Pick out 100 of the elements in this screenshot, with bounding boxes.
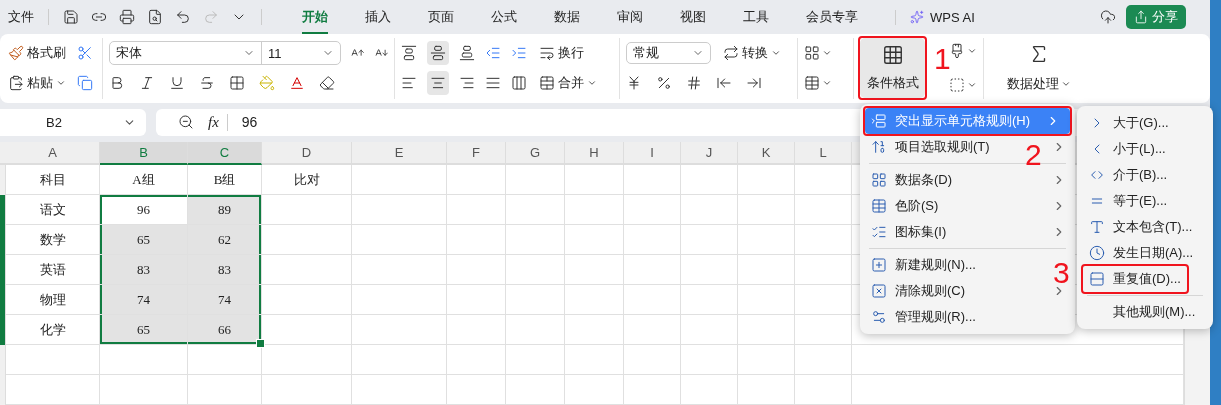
clock-icon xyxy=(1089,245,1105,261)
table-cell: 96 xyxy=(100,195,188,225)
square-plus-icon xyxy=(871,257,887,273)
menu-item[interactable]: 等于(E)... xyxy=(1083,188,1174,214)
cloud-upload-icon xyxy=(1100,9,1116,25)
menu-item[interactable]: 图标集(I) xyxy=(865,219,953,245)
menu-item[interactable]: 突出显示单元格规则(H) xyxy=(865,108,1070,134)
table-cell: 65 xyxy=(100,315,188,345)
copy-icon xyxy=(77,75,93,92)
callout-number: 1 xyxy=(934,44,951,75)
column-header[interactable]: G xyxy=(506,142,565,165)
brush-icon xyxy=(949,43,965,60)
table-icon xyxy=(871,198,887,214)
italic-icon xyxy=(139,75,155,92)
align-middle-button[interactable] xyxy=(427,41,449,66)
square-x-icon xyxy=(871,283,887,299)
ribbon-tab[interactable]: 公式 xyxy=(491,0,517,34)
sparkle-icon xyxy=(910,10,924,24)
table-rule-icon xyxy=(871,113,887,129)
ribbon-tab[interactable]: 审阅 xyxy=(617,0,643,34)
column-header[interactable]: B xyxy=(100,142,188,165)
share-button[interactable]: 分享 xyxy=(1126,5,1186,29)
column-header[interactable]: K xyxy=(738,142,795,165)
align-bottom-icon xyxy=(459,45,475,62)
grid-icon xyxy=(871,172,887,188)
column-header[interactable]: E xyxy=(352,142,447,165)
menu-item[interactable]: 数据条(D) xyxy=(865,167,959,193)
table-cell: 83 xyxy=(188,255,262,285)
column-header[interactable]: I xyxy=(624,142,681,165)
column-header[interactable]: F xyxy=(447,142,506,165)
table-cell: 语文 xyxy=(6,195,100,225)
format-painter-button[interactable]: 格式刷 xyxy=(6,42,68,65)
menu-item[interactable]: 发生日期(A)... xyxy=(1083,240,1200,266)
row-header[interactable] xyxy=(0,315,6,345)
table-cell: 83 xyxy=(100,255,188,285)
table-cell: A组 xyxy=(100,165,188,195)
table-cell: 英语 xyxy=(6,255,100,285)
paste-button[interactable]: 粘贴 xyxy=(6,72,68,95)
ai-button[interactable]: WPS AI xyxy=(895,9,975,25)
distribute-icon xyxy=(511,75,527,92)
ribbon-tab[interactable]: 工具 xyxy=(743,0,769,34)
cell-style-icon xyxy=(804,75,820,92)
data-processing-button[interactable]: 数据处理 xyxy=(1001,42,1077,95)
square-icon xyxy=(949,77,965,94)
scissors-icon xyxy=(77,45,93,62)
column-header[interactable]: H xyxy=(565,142,624,165)
font-color-icon xyxy=(289,75,305,92)
text-icon xyxy=(1089,219,1105,235)
underline-icon xyxy=(169,75,185,92)
number-format-select[interactable]: 常规 xyxy=(626,42,711,65)
print-preview-icon xyxy=(147,9,163,25)
column-header[interactable]: J xyxy=(681,142,738,165)
menu-item[interactable]: 管理规则(R)... xyxy=(865,304,982,330)
ribbon-tab[interactable]: 页面 xyxy=(428,0,454,34)
menu-item[interactable]: 小于(L)... xyxy=(1083,136,1172,162)
menu-item[interactable]: 重复值(D)... xyxy=(1083,266,1187,292)
annotation-box xyxy=(858,36,927,101)
redo-icon xyxy=(203,9,219,25)
align-center-button[interactable] xyxy=(427,71,449,96)
menu-item[interactable]: 其他规则(M)... xyxy=(1107,299,1202,325)
paintbrush-icon xyxy=(8,45,24,62)
fill-handle[interactable] xyxy=(256,339,265,348)
merge-cells-icon xyxy=(539,75,555,92)
table-style-icon xyxy=(804,45,820,62)
menu-item[interactable]: 清除规则(C) xyxy=(865,278,972,304)
ribbon-tab[interactable]: 插入 xyxy=(365,0,391,34)
align-top-icon xyxy=(401,45,417,62)
column-header[interactable]: C xyxy=(188,142,262,165)
table-cell: 化学 xyxy=(6,315,100,345)
settings-icon xyxy=(871,309,887,325)
percent-icon xyxy=(656,75,672,92)
column-header[interactable]: A xyxy=(6,142,100,165)
convert-button[interactable]: 转换 xyxy=(721,42,783,65)
function-label: fx xyxy=(208,113,228,131)
menu-item[interactable]: 介于(B)... xyxy=(1083,162,1174,188)
ribbon-tab[interactable]: 视图 xyxy=(680,0,706,34)
name-box[interactable]: B2 xyxy=(0,108,146,136)
select-all-corner[interactable] xyxy=(0,142,6,165)
callout-number: 3 xyxy=(1053,258,1070,288)
menu-item[interactable]: 项目选取规则(T) xyxy=(865,134,996,160)
align-middle-icon xyxy=(430,45,446,62)
bold-icon xyxy=(109,75,125,92)
wrap-text-button[interactable]: 换行 xyxy=(537,42,586,65)
table-cell: 89 xyxy=(188,195,262,225)
table-cell: 物理 xyxy=(6,285,100,315)
menu-item[interactable]: 新建规则(N)... xyxy=(865,252,982,278)
row-header[interactable] xyxy=(0,195,6,225)
menu-item[interactable]: 大于(G)... xyxy=(1083,110,1175,136)
file-menu[interactable]: 文件 xyxy=(8,8,34,26)
sort-numbers-icon xyxy=(871,139,887,155)
menu-item[interactable]: 色阶(S) xyxy=(865,193,945,219)
menu-item[interactable]: 文本包含(T)... xyxy=(1083,214,1199,240)
grid-icon xyxy=(881,44,904,67)
merge-button[interactable]: 合并 xyxy=(537,72,599,95)
table-cell: 65 xyxy=(100,225,188,255)
ribbon-tab[interactable]: 会员专享 xyxy=(806,0,858,34)
save-icon xyxy=(63,9,79,25)
column-header[interactable]: D xyxy=(262,142,352,165)
ribbon-tab[interactable]: 数据 xyxy=(554,0,580,34)
column-header[interactable]: L xyxy=(795,142,852,165)
